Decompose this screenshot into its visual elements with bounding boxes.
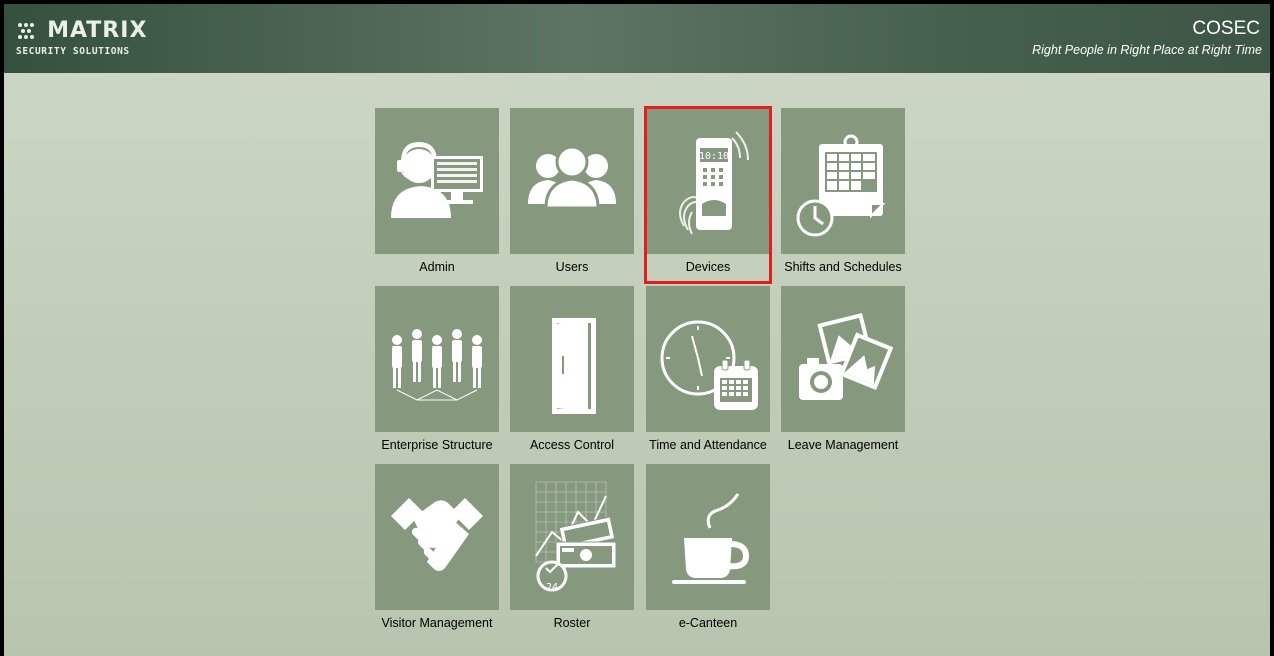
module-label-access-control: Access Control <box>529 438 615 452</box>
users-icon <box>528 145 616 210</box>
selected-module-highlight <box>644 106 772 284</box>
app-title: COSEC <box>1192 18 1260 39</box>
roster-icon: 24 <box>535 481 617 593</box>
module-label-visitor-management: Visitor Management <box>381 616 493 630</box>
module-label-shifts-and-schedules: Shifts and Schedules <box>784 260 902 274</box>
app-header: MATRIX SECURITY SOLUTIONS COSEC Right Pe… <box>4 4 1270 73</box>
clock-calendar-icon <box>660 320 758 410</box>
coffee-cup-icon <box>672 493 750 584</box>
module-label-enterprise-structure: Enterprise Structure <box>381 438 493 452</box>
module-label-admin: Admin <box>419 260 455 274</box>
module-label-e-canteen: e-Canteen <box>678 616 738 630</box>
brand-name: MATRIX <box>47 18 148 43</box>
module-tile-admin[interactable]: Admin <box>375 108 499 274</box>
enterprise-icon <box>392 329 482 401</box>
module-label-users: Users <box>555 260 589 274</box>
shifts-icon <box>796 134 886 237</box>
handshake-icon <box>391 498 483 571</box>
page-background: MATRIX SECURITY SOLUTIONS COSEC Right Pe… <box>4 4 1270 656</box>
photos-icon <box>799 312 893 400</box>
module-tile-users[interactable]: Users <box>510 108 634 274</box>
module-tile-access-control[interactable]: Access Control <box>510 286 634 452</box>
matrix-logo[interactable]: MATRIX SECURITY SOLUTIONS <box>16 18 148 57</box>
roster-badge: 24 <box>546 582 558 593</box>
module-tile-leave-management[interactable]: Leave Management <box>781 286 905 452</box>
app-subtitle: Right People in Right Place at Right Tim… <box>1032 43 1262 57</box>
matrix-logo-icon <box>18 23 34 39</box>
module-tile-e-canteen[interactable]: e-Canteen <box>646 464 770 630</box>
module-tile-enterprise-structure[interactable]: Enterprise Structure <box>375 286 499 452</box>
module-tile-shifts-and-schedules[interactable]: Shifts and Schedules <box>781 108 905 274</box>
module-label-leave-management: Leave Management <box>787 438 899 452</box>
module-tile-visitor-management[interactable]: Visitor Management <box>375 464 499 630</box>
admin-icon <box>391 142 483 218</box>
module-label-roster: Roster <box>553 616 591 630</box>
door-icon <box>552 318 596 414</box>
module-label-time-and-attendance: Time and Attendance <box>649 438 767 452</box>
module-tile-time-and-attendance[interactable]: Time and Attendance <box>646 286 770 452</box>
module-tile-roster[interactable]: 24 Roster <box>510 464 634 630</box>
brand-tagline: SECURITY SOLUTIONS <box>16 46 130 57</box>
